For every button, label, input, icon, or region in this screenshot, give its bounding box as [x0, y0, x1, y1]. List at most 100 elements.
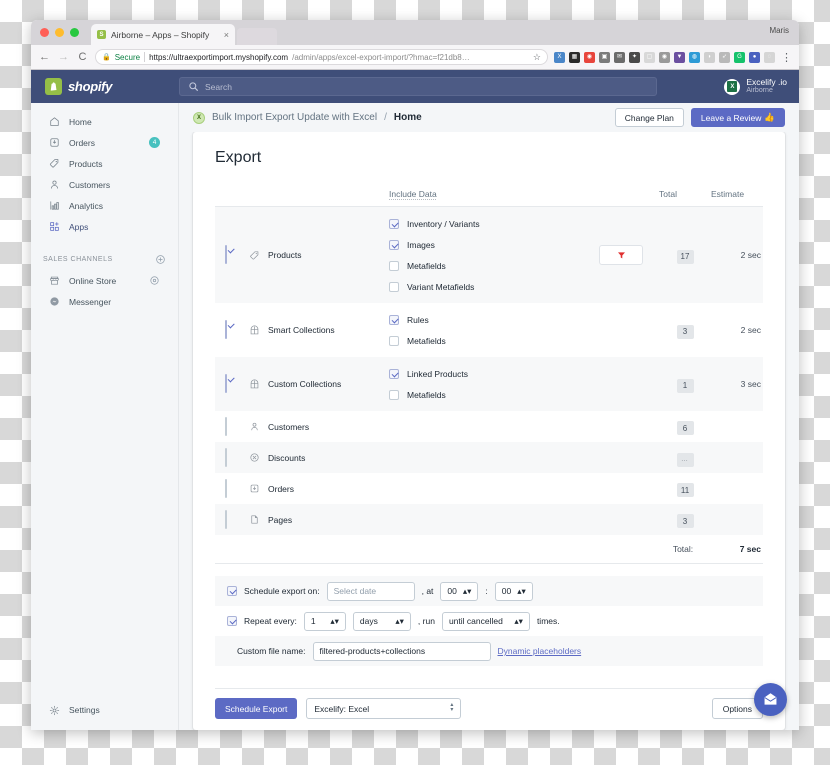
os-user-label[interactable]: Maris: [769, 26, 789, 35]
search-input[interactable]: Search: [179, 77, 657, 96]
sidebar-item-customers[interactable]: Customers: [37, 175, 172, 194]
include-option[interactable]: Metafields: [389, 384, 599, 405]
row-select-cell[interactable]: [215, 411, 249, 442]
drop-extension-icon[interactable]: ◗: [704, 51, 715, 63]
export-format-select[interactable]: Excelify: Excel ▴ ▾: [306, 698, 462, 719]
include-option[interactable]: Metafields: [389, 255, 599, 276]
include-checkbox[interactable]: [389, 335, 399, 346]
schedule-minute-stepper[interactable]: 00 ▴▾: [494, 581, 533, 601]
shopify-logo[interactable]: shopify: [31, 78, 179, 95]
include-option[interactable]: Images: [389, 234, 599, 255]
include-option[interactable]: Linked Products: [389, 363, 599, 384]
table-row[interactable]: Products Inventory / Variants Images Met…: [215, 206, 763, 303]
sidebar-item-apps[interactable]: Apps: [37, 217, 172, 236]
back-icon[interactable]: ←: [38, 51, 51, 63]
repeat-count-stepper[interactable]: 1 ▴▾: [303, 611, 346, 631]
include-checkbox[interactable]: [389, 368, 399, 379]
window-traffic-lights[interactable]: [40, 28, 79, 37]
new-tab-button[interactable]: [237, 28, 277, 45]
account-menu[interactable]: X Excelify .io Airborne: [724, 77, 799, 96]
include-checkbox[interactable]: [389, 281, 399, 292]
row-checkbox[interactable]: [225, 447, 227, 467]
close-tab-icon[interactable]: ×: [224, 30, 229, 40]
vimeo-extension-icon[interactable]: ▼: [674, 51, 685, 63]
maximize-window-button[interactable]: [70, 28, 79, 37]
sidebar-item-analytics[interactable]: Analytics: [37, 196, 172, 215]
leave-review-button[interactable]: Leave a Review 👍: [690, 108, 785, 127]
chrome-menu-icon[interactable]: ⋮: [781, 51, 792, 64]
row-select-cell[interactable]: [215, 473, 249, 504]
sidebar-item-home[interactable]: Home: [37, 112, 172, 131]
filename-input[interactable]: filtered-products+collections: [312, 641, 491, 661]
include-option[interactable]: Inventory / Variants: [389, 213, 599, 234]
include-checkbox[interactable]: [389, 389, 399, 400]
table-row[interactable]: Smart Collections Rules Metafields 3 2 s…: [215, 303, 763, 357]
chat-support-button[interactable]: [754, 683, 787, 716]
reload-icon[interactable]: C: [76, 51, 89, 63]
include-checkbox[interactable]: [389, 260, 399, 271]
breadcrumb-app-name[interactable]: Bulk Import Export Update with Excel: [212, 112, 377, 123]
view-store-icon[interactable]: [149, 275, 160, 286]
keyboard-extension-icon[interactable]: ▦: [569, 51, 580, 63]
sidebar-item-messenger[interactable]: Messenger: [37, 292, 172, 311]
include-option[interactable]: Rules: [389, 309, 599, 330]
row-checkbox[interactable]: [225, 416, 227, 436]
row-checkbox[interactable]: [225, 374, 227, 393]
sidebar-item-products[interactable]: Products: [37, 154, 172, 173]
filter-button[interactable]: [599, 245, 643, 265]
browser-tab[interactable]: S Airborne – Apps – Shopify ×: [91, 24, 235, 45]
sidebar-item-settings[interactable]: Settings: [31, 698, 178, 722]
table-row[interactable]: Pages 3: [215, 504, 763, 535]
row-checkbox[interactable]: [225, 478, 227, 498]
dynamic-placeholders-link[interactable]: Dynamic placeholders: [498, 646, 582, 656]
note-extension-icon[interactable]: ▢: [644, 51, 655, 63]
grammarly-extension-icon[interactable]: G: [734, 51, 745, 63]
include-option[interactable]: Metafields: [389, 330, 599, 351]
row-select-cell[interactable]: [215, 206, 249, 303]
repeat-unit-select[interactable]: days ▴▾: [352, 611, 411, 631]
schedule-hour-stepper[interactable]: 00 ▴▾: [440, 581, 479, 601]
sidebar-item-online-store[interactable]: Online Store: [37, 271, 172, 290]
run-count-select[interactable]: until cancelled ▴▾: [441, 611, 530, 631]
format-down-icon[interactable]: ▾: [450, 707, 453, 712]
hour-down-icon[interactable]: ▾: [467, 586, 471, 596]
close-window-button[interactable]: [40, 28, 49, 37]
minimize-window-button[interactable]: [55, 28, 64, 37]
row-checkbox[interactable]: [225, 245, 227, 264]
address-bar[interactable]: 🔒 Secure https://ultraexportimport.mysho…: [95, 49, 548, 65]
sidebar-item-orders[interactable]: Orders 4: [37, 133, 172, 152]
row-select-cell[interactable]: [215, 442, 249, 473]
run-down-icon[interactable]: ▾: [519, 616, 523, 626]
row-select-cell[interactable]: [215, 504, 249, 535]
table-row[interactable]: Customers 6: [215, 411, 763, 442]
table-row[interactable]: Custom Collections Linked Products Metaf…: [215, 357, 763, 411]
change-plan-button[interactable]: Change Plan: [614, 108, 684, 127]
repeat-count-down-icon[interactable]: ▾: [335, 616, 339, 626]
adblock-extension-icon[interactable]: ◉: [584, 51, 595, 63]
include-checkbox[interactable]: [389, 239, 399, 250]
schedule-date-input[interactable]: Select date: [326, 581, 415, 601]
row-checkbox[interactable]: [225, 320, 227, 339]
globe-extension-icon[interactable]: ◍: [689, 51, 700, 63]
sparkle-extension-icon[interactable]: ✦: [629, 51, 640, 63]
repeat-unit-down-icon[interactable]: ▾: [400, 616, 404, 626]
table-row[interactable]: Discounts …: [215, 442, 763, 473]
include-checkbox[interactable]: [389, 314, 399, 325]
repeat-checkbox[interactable]: [227, 616, 237, 626]
table-row[interactable]: Orders 11: [215, 473, 763, 504]
row-select-cell[interactable]: [215, 303, 249, 357]
row-checkbox[interactable]: [225, 509, 227, 529]
row-select-cell[interactable]: [215, 357, 249, 411]
profile-extension-icon[interactable]: ●: [749, 51, 760, 63]
minute-down-icon[interactable]: ▾: [522, 586, 526, 596]
bookmark-star-icon[interactable]: ☆: [533, 52, 541, 63]
add-channel-icon[interactable]: [155, 254, 166, 265]
rocket-extension-icon[interactable]: ➶: [719, 51, 730, 63]
excel-extension-icon[interactable]: X: [554, 51, 565, 63]
mail-extension-icon[interactable]: ✉: [614, 51, 625, 63]
include-option[interactable]: Variant Metafields: [389, 276, 599, 297]
volume-extension-icon[interactable]: ◉: [659, 51, 670, 63]
schedule-export-button[interactable]: Schedule Export: [215, 698, 298, 719]
schedule-export-checkbox[interactable]: [227, 586, 237, 596]
screenshot-extension-icon[interactable]: ▣: [599, 51, 610, 63]
